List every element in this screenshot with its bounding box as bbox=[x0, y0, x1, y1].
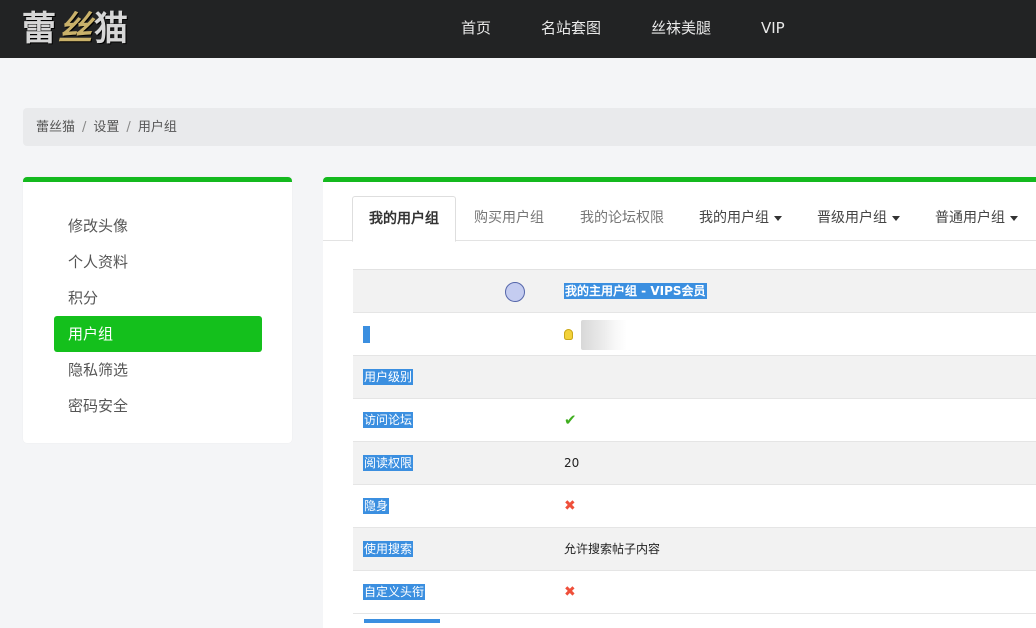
sidebar-item-privacy[interactable]: 隐私筛选 bbox=[54, 352, 262, 388]
next-row-selection bbox=[364, 619, 440, 623]
row-label: 用户级别 bbox=[363, 369, 414, 385]
table-row: 访问论坛 ✔ bbox=[353, 399, 1036, 442]
selection-marker bbox=[363, 326, 370, 343]
table-row: 使用搜索 允许搜索帖子内容 bbox=[353, 528, 1036, 571]
cross-icon: ✖ bbox=[564, 498, 576, 514]
sidebar-item-avatar[interactable]: 修改头像 bbox=[54, 208, 262, 244]
caret-down-icon bbox=[774, 215, 782, 221]
mouse-cursor bbox=[505, 282, 525, 302]
table-row: 自定义头衔 ✖ bbox=[353, 571, 1036, 614]
breadcrumb-separator: / bbox=[82, 120, 87, 135]
tab-promotion-usergroup-dropdown[interactable]: 晋级用户组 bbox=[817, 196, 900, 239]
tab-label: 晋级用户组 bbox=[817, 210, 887, 226]
table-row: 隐身 ✖ bbox=[353, 485, 1036, 528]
nav-famous-sites[interactable]: 名站套图 bbox=[541, 0, 601, 56]
row-label: 隐身 bbox=[363, 498, 390, 514]
usergroup-panel: 我的用户组 购买用户组 我的论坛权限 我的用户组 晋级用户组 普通用户组 我的主… bbox=[323, 177, 1036, 628]
settings-sidebar: 修改头像 个人资料 积分 用户组 隐私筛选 密码安全 bbox=[23, 177, 292, 443]
tab-forum-permissions[interactable]: 我的论坛权限 bbox=[580, 196, 664, 239]
tab-bar: 我的用户组 购买用户组 我的论坛权限 我的用户组 晋级用户组 普通用户组 bbox=[323, 182, 1036, 242]
top-navbar: 蕾丝猫 首页 名站套图 丝袜美腿 VIP bbox=[0, 0, 1036, 58]
nav-vip[interactable]: VIP bbox=[761, 0, 785, 56]
tab-my-usergroup[interactable]: 我的用户组 bbox=[352, 196, 456, 242]
nav-home[interactable]: 首页 bbox=[461, 0, 491, 56]
tab-label: 普通用户组 bbox=[935, 210, 1005, 226]
row-value: 允许搜索帖子内容 bbox=[564, 542, 661, 556]
breadcrumb: 蕾丝猫 / 设置 / 用户组 bbox=[23, 108, 1036, 146]
row-label: 自定义头衔 bbox=[363, 584, 426, 600]
table-row bbox=[353, 313, 1036, 356]
row-label: 阅读权限 bbox=[363, 455, 414, 471]
tab-my-usergroup-dropdown[interactable]: 我的用户组 bbox=[699, 196, 782, 239]
row-value: 20 bbox=[564, 456, 580, 470]
sidebar-item-password[interactable]: 密码安全 bbox=[54, 388, 262, 424]
sidebar-item-credits[interactable]: 积分 bbox=[54, 280, 262, 316]
breadcrumb-current: 用户组 bbox=[137, 120, 177, 135]
caret-down-icon bbox=[892, 215, 900, 221]
sidebar-item-usergroup[interactable]: 用户组 bbox=[54, 316, 262, 352]
tab-buy-usergroup[interactable]: 购买用户组 bbox=[474, 196, 544, 239]
row-label: 访问论坛 bbox=[363, 412, 414, 428]
site-logo[interactable]: 蕾丝猫 bbox=[22, 6, 130, 52]
breadcrumb-home[interactable]: 蕾丝猫 bbox=[36, 120, 75, 135]
nav-stockings[interactable]: 丝袜美腿 bbox=[651, 0, 711, 56]
table-row: 用户级别 bbox=[353, 356, 1036, 399]
tab-normal-usergroup-dropdown[interactable]: 普通用户组 bbox=[935, 196, 1018, 239]
tab-label: 我的用户组 bbox=[699, 210, 769, 226]
breadcrumb-separator: / bbox=[126, 120, 131, 135]
cross-icon: ✖ bbox=[564, 584, 576, 600]
check-icon: ✔ bbox=[564, 411, 577, 429]
main-usergroup-title: 我的主用户组 - VIPS会员 bbox=[564, 283, 707, 299]
blurred-content bbox=[581, 319, 627, 350]
bulb-icon bbox=[564, 329, 573, 340]
breadcrumb-settings[interactable]: 设置 bbox=[93, 120, 119, 135]
row-label: 使用搜索 bbox=[363, 541, 414, 557]
table-row: 阅读权限 20 bbox=[353, 442, 1036, 485]
sidebar-item-profile[interactable]: 个人资料 bbox=[54, 244, 262, 280]
caret-down-icon bbox=[1010, 215, 1018, 221]
table-header-row: 我的主用户组 - VIPS会员 bbox=[353, 270, 1036, 313]
permissions-table: 我的主用户组 - VIPS会员 用户级别 访问论坛 ✔ 阅读权限 20 隐身 ✖… bbox=[353, 269, 1036, 614]
